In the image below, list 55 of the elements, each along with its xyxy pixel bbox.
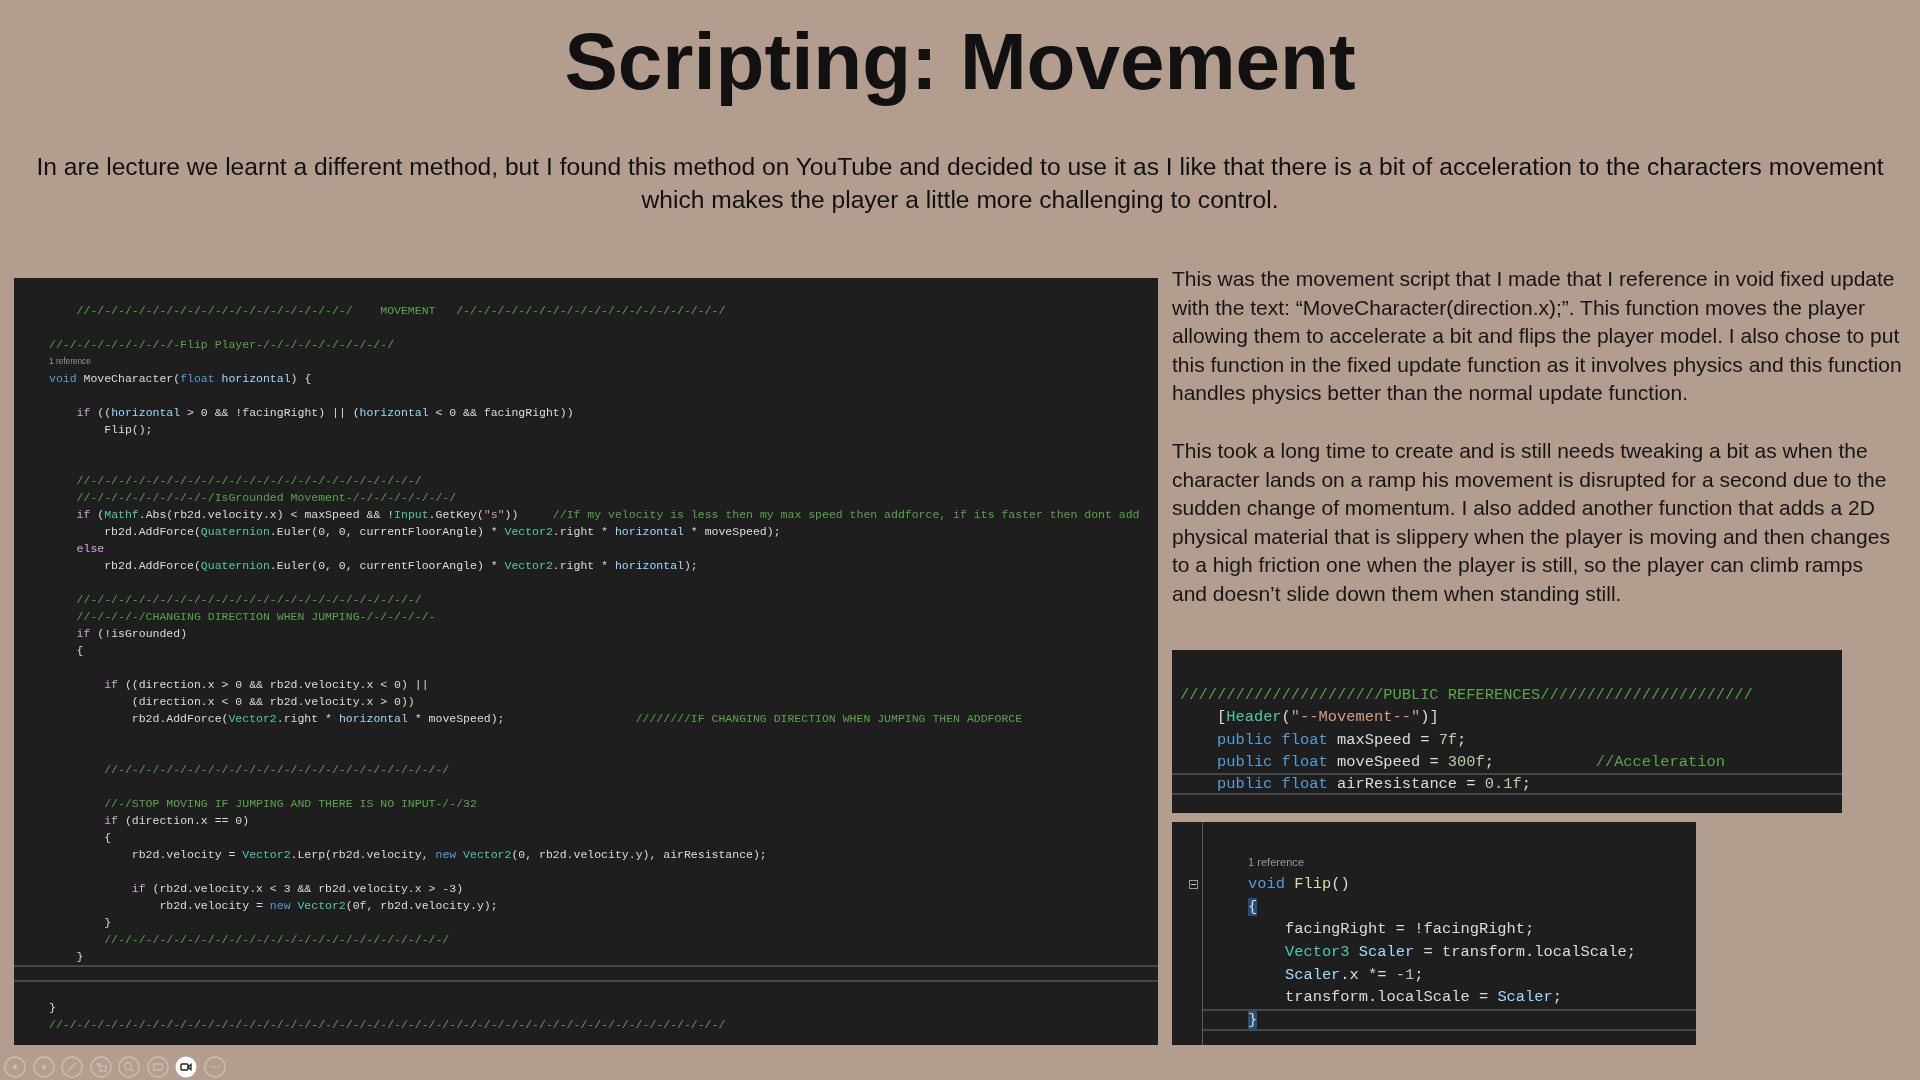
code-line: Flip(); [103, 422, 153, 438]
code-line: if (Mathf.Abs(rb2d.velocity.x) < maxSpeed && !Input.GetKey("s")) //If my velocity is less then my max speed then addforce, if its faster then dont add [75, 507, 1140, 523]
reference-count[interactable]: 1 reference [1248, 850, 1305, 874]
next-icon[interactable] [32, 1056, 55, 1078]
code-line: [Header("--Movement--")] [1215, 707, 1439, 729]
code-line: //////////////////////PUBLIC REFERENCES/////////////////////// [1180, 685, 1753, 707]
code-line: rb2d.AddForce(Quaternion.Euler(0, 0, currentFloorAngle) * Vector2.right * horizontal); [103, 558, 698, 574]
code-line: Scaler.x *= -1; [1283, 964, 1424, 986]
code-line: (direction.x < 0 && rb2d.velocity.x > 0)) [130, 694, 415, 710]
code-line: //-/-/-/-/-/-/-/-/-/-/-/-/-/-/-/-/-/-/-/ MOVEMENT /-/-/-/-/-/-/-/-/-/-/-/-/-/-/-/-/-/-/-/ [75, 303, 726, 319]
code-line: if ((horizontal > 0 && !facingRight) || (horizontal < 0 && facingRight)) [75, 405, 574, 421]
code-line: { [103, 830, 112, 846]
code-line: if (direction.x == 0) [103, 813, 250, 829]
slide-title: Scripting: Movement [563, 16, 1357, 108]
code-line: //-/-/-/-/-/-/-/-/-/-/-/-/-/-/-/-/-/-/-/-/-/-/-/-/ [75, 592, 422, 608]
code-line: //-/-/-/-/-/-/-/-/-/-/-/-/-/-/-/-/-/-/-/-/-/-/-/-/-/-/-/-/-/-/-/-/-/-/-/-/-/-/-/-/-/-/-/-/-/-/-/-/ [49, 1017, 726, 1033]
code-line: transform.localScale = Scaler; [1283, 987, 1563, 1009]
intro-paragraph: In are lecture we learnt a different method, but I found this method on YouTube and decided to use it as I like that there is a bit of acceleration to the characters movement which makes the player a little more challenging to control. [35, 152, 1885, 215]
code-line: rb2d.AddForce(Quaternion.Euler(0, 0, currentFloorAngle) * Vector2.right * horizontal * moveSpeed); [103, 524, 781, 540]
zoom-icon[interactable] [118, 1056, 140, 1078]
code-line: } [49, 1000, 56, 1016]
code-line: //-/STOP MOVING IF JUMPING AND THERE IS NO INPUT-/-/32 [103, 796, 477, 812]
code-line: if (!isGrounded) [75, 626, 188, 642]
code-line: rb2d.velocity = new Vector2(0f, rb2d.velocity.y); [158, 898, 498, 914]
code-line: //-/-/-/-/-/-/-/-/-Flip Player-/-/-/-/-/-/-/-/-/-/ [49, 337, 395, 353]
description-paragraph: This was the movement script that I made that I reference in void fixed update with the text: “MoveCharacter(direction.x);”. This function moves the player allowing them to accelerate a bit and flips the player model. I also chose to put this function in the fixed update function as it involves physics and this function handles physics better than the normal update function. [1172, 266, 1902, 407]
code-line: } [103, 915, 112, 931]
code-line: public float maxSpeed = 7f; [1215, 729, 1467, 751]
reference-count[interactable]: 1 reference [49, 353, 91, 370]
slides-icon[interactable] [89, 1056, 112, 1078]
previous-icon[interactable] [4, 1056, 26, 1078]
code-line: facingRight = !facingRight; [1283, 919, 1535, 941]
code-line: } [75, 949, 84, 965]
code-line: //-/-/-/-/-/-/-/-/-/IsGrounded Movement-/-/-/-/-/-/-/-/ [75, 490, 457, 506]
code-line: if (rb2d.velocity.x < 3 && rb2d.velocity.x > -3) [130, 881, 464, 897]
code-line: //-/-/-/-/CHANGING DIRECTION WHEN JUMPING-/-/-/-/-/- [75, 609, 436, 625]
code-line: Vector3 Scaler = transform.localScale; [1283, 941, 1636, 963]
code-line: else [75, 541, 105, 557]
code-line: public float moveSpeed = 300f; //Acceleration [1215, 751, 1725, 773]
pen-icon[interactable] [61, 1056, 83, 1078]
collapse-icon[interactable] [1189, 880, 1198, 889]
code-line: void Flip() [1248, 874, 1350, 896]
code-line: void MoveCharacter(float horizontal) { [49, 371, 312, 387]
more-icon[interactable] [203, 1056, 226, 1078]
code-line: rb2d.velocity = Vector2.Lerp(rb2d.velocity, new Vector2(0, rb2d.velocity.y), airResistance); [130, 847, 767, 863]
code-line: if ((direction.x > 0 && rb2d.velocity.x < 0) || [103, 677, 429, 693]
code-line: //-/-/-/-/-/-/-/-/-/-/-/-/-/-/-/-/-/-/-/-/-/-/-/-/ [75, 473, 422, 489]
code-line: //-/-/-/-/-/-/-/-/-/-/-/-/-/-/-/-/-/-/-/-/-/-/-/-/ [103, 932, 450, 948]
code-line: rb2d.AddForce(Vector2.right * horizontal * moveSpeed); ////////IF CHANGING DIRECTION WHEN JUMPING THEN ADDFORCE [130, 711, 1023, 727]
description-paragraph: This took a long time to create and is still needs tweaking a bit as when the character lands on a ramp his movement is disrupted for a second due to the sudden change of momentum. I also added another function that adds a 2D physical material that is slippery when the player is moving and then changes to a high friction one when the player is still, so the player can climb ramps and doesn’t slide down them when standing still. [1172, 437, 1891, 607]
code-line: public float airResistance = 0.1f; [1215, 773, 1531, 795]
camera-icon[interactable] [175, 1056, 197, 1078]
code-line: //-/-/-/-/-/-/-/-/-/-/-/-/-/-/-/-/-/-/-/-/-/-/-/-/ [103, 762, 450, 778]
subtitles-icon[interactable] [146, 1056, 169, 1078]
code-line: { [75, 643, 84, 659]
